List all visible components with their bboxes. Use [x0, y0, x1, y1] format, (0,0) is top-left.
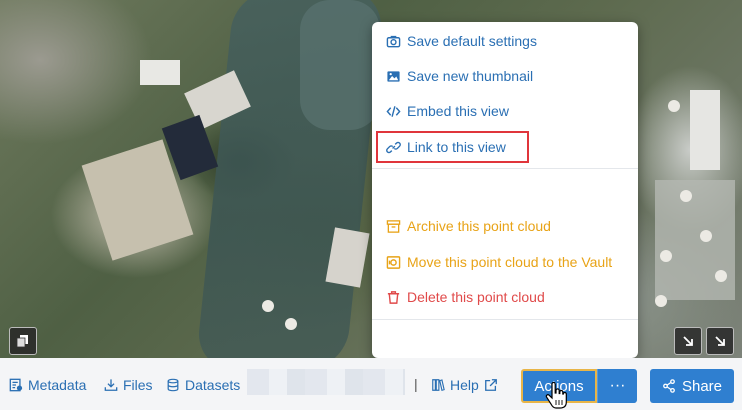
image-icon: [387, 70, 400, 82]
hand-cursor-icon: [545, 382, 567, 409]
share-icon: [663, 379, 675, 393]
menu-item-archive-point-cloud[interactable]: Archive this point cloud: [386, 218, 551, 234]
menu-item-embed-this-view[interactable]: Embed this view: [386, 103, 509, 119]
arrow-down-right-icon: [683, 336, 693, 346]
map-river-branch: [300, 0, 380, 130]
map-tank: [660, 250, 672, 262]
menu-divider: [372, 319, 638, 320]
more-label: ···: [609, 377, 626, 394]
share-label: Share: [681, 377, 723, 395]
download-icon: [104, 379, 118, 391]
book-icon: [432, 379, 445, 391]
expand-left-button[interactable]: [674, 327, 702, 355]
copy-icon: [16, 335, 28, 348]
trash-icon: [387, 290, 400, 304]
map-building: [140, 60, 180, 85]
map-tank: [715, 270, 727, 282]
toolbar-separator: |: [414, 376, 418, 392]
archive-icon: [386, 219, 401, 233]
map-tank: [655, 295, 667, 307]
menu-divider: [372, 168, 638, 169]
metadata-icon: [9, 378, 23, 392]
layers-button[interactable]: [9, 327, 37, 355]
bottom-toolbar: Metadata Files Datasets | Help Actions ·…: [0, 358, 742, 410]
menu-item-label: Move this point cloud to the Vault: [407, 254, 613, 270]
help-link[interactable]: Help: [431, 377, 498, 393]
menu-item-label: Save default settings: [407, 33, 537, 49]
external-link-icon: [484, 379, 497, 391]
blurred-dataset-name: [247, 369, 405, 395]
metadata-link[interactable]: Metadata: [9, 377, 86, 393]
actions-dropdown-menu: Save default settings Save new thumbnail…: [372, 22, 638, 358]
database-icon: [167, 378, 179, 392]
vault-icon: [386, 255, 401, 269]
datasets-link[interactable]: Datasets: [166, 377, 240, 393]
arrow-down-right-icon: [715, 336, 725, 346]
camera-icon: [386, 35, 401, 47]
datasets-label: Datasets: [185, 377, 241, 393]
map-tank: [680, 190, 692, 202]
menu-item-label: Archive this point cloud: [407, 218, 551, 234]
files-label: Files: [123, 377, 153, 393]
metadata-label: Metadata: [28, 377, 87, 393]
menu-item-label: Save new thumbnail: [407, 68, 534, 84]
help-label: Help: [450, 377, 479, 393]
map-tank: [668, 100, 680, 112]
map-tank: [285, 318, 297, 330]
map-building: [690, 90, 720, 170]
menu-item-delete-point-cloud[interactable]: Delete this point cloud: [386, 289, 545, 305]
files-link[interactable]: Files: [104, 377, 153, 393]
menu-item-save-new-thumbnail[interactable]: Save new thumbnail: [386, 68, 533, 84]
expand-right-button[interactable]: [706, 327, 734, 355]
code-icon: [386, 105, 401, 117]
menu-item-label: Delete this point cloud: [407, 289, 545, 305]
map-tank-farm: [655, 180, 735, 300]
share-button[interactable]: Share: [650, 369, 734, 403]
highlight-box: [376, 131, 529, 163]
menu-item-save-default-settings[interactable]: Save default settings: [386, 33, 537, 49]
map-tank: [262, 300, 274, 312]
map-tank: [700, 230, 712, 242]
menu-item-move-to-vault[interactable]: Move this point cloud to the Vault: [386, 254, 612, 270]
more-options-button[interactable]: ···: [597, 369, 637, 403]
menu-item-label: Embed this view: [407, 103, 509, 119]
